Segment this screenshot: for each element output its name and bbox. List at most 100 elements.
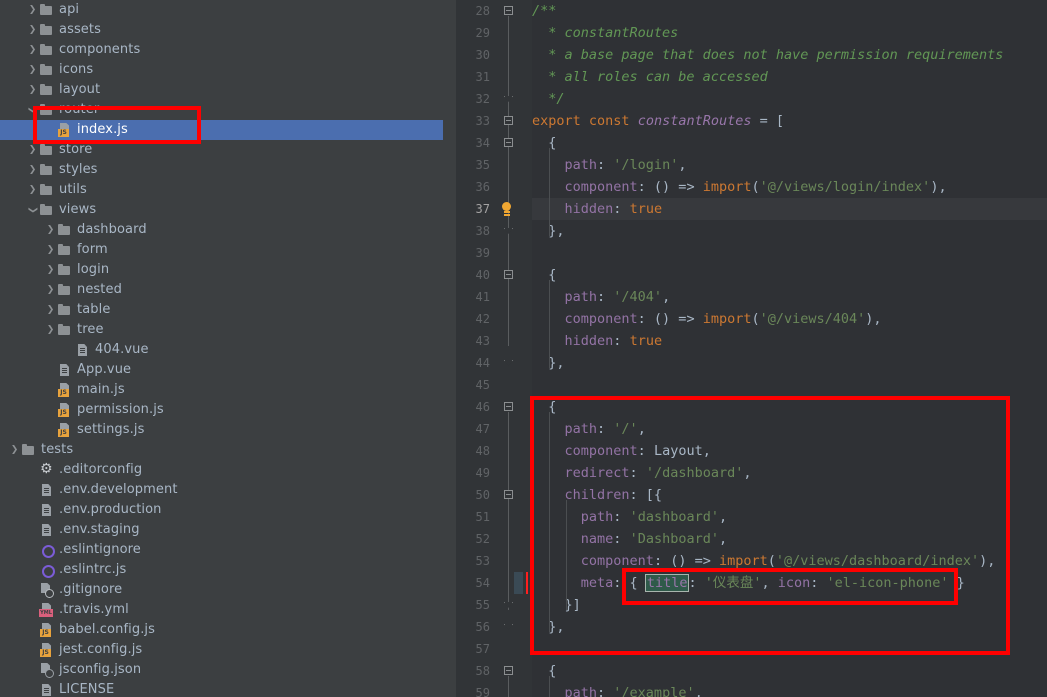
tree-item-index-js[interactable]: index.js	[0, 120, 443, 140]
tree-item-login[interactable]: ❯ login	[0, 260, 443, 280]
tree-item-main-js[interactable]: main.js	[0, 380, 443, 400]
chevron-right-icon[interactable]: ❯	[44, 260, 57, 280]
chevron-right-icon[interactable]: ❯	[26, 60, 39, 80]
tree-item-utils[interactable]: ❯ utils	[0, 180, 443, 200]
code-line[interactable]: * a base page that does not have permiss…	[532, 44, 1003, 66]
code-line[interactable]: {	[532, 396, 556, 418]
editor-gutter[interactable]: 28 29 30 31 32 33 34 35 36 37 38 39 40 41 42 43 44 45 46 47…	[456, 0, 532, 697]
tree-item-permission-js[interactable]: permission.js	[0, 400, 443, 420]
tree-item-jest-config-js[interactable]: jest.config.js	[0, 640, 443, 660]
tree-item-babel-config-js[interactable]: babel.config.js	[0, 620, 443, 640]
code-line[interactable]: component: () => import('@/views/dashboa…	[532, 550, 996, 572]
intention-lightbulb-icon[interactable]	[499, 202, 514, 217]
chevron-right-icon[interactable]: ❯	[26, 160, 39, 180]
fold-collapse-icon[interactable]	[504, 116, 513, 125]
code-line[interactable]: component: () => import('@/views/login/i…	[532, 176, 947, 198]
chevron-right-icon[interactable]: ❯	[26, 20, 39, 40]
code-line[interactable]: * all roles can be accessed	[532, 66, 767, 88]
fold-collapse-icon[interactable]	[504, 402, 513, 411]
code-line[interactable]: hidden: true	[532, 330, 663, 352]
code-line[interactable]: */	[532, 88, 564, 110]
tree-item-editorconfig[interactable]: .editorconfig	[0, 460, 443, 480]
folder-icon	[39, 62, 54, 78]
tree-item-store[interactable]: ❯ store	[0, 140, 443, 160]
fold-end-icon[interactable]	[504, 602, 513, 608]
chevron-right-icon[interactable]: ❯	[26, 180, 39, 200]
editor-code-area[interactable]: /** * constantRoutes * a base page that …	[532, 0, 1047, 697]
tree-item-jsconfig-json[interactable]: jsconfig.json	[0, 660, 443, 680]
code-line[interactable]: component: () => import('@/views/404'),	[532, 308, 882, 330]
tree-item-env-staging[interactable]: .env.staging	[0, 520, 443, 540]
fold-end-icon[interactable]	[504, 624, 513, 630]
tree-item-env-development[interactable]: .env.development	[0, 480, 443, 500]
fold-collapse-icon[interactable]	[504, 666, 513, 675]
code-line[interactable]: {	[532, 132, 556, 154]
tree-item-api[interactable]: ❯ api	[0, 0, 443, 20]
tree-item-table[interactable]: ❯ table	[0, 300, 443, 320]
code-line[interactable]: },	[532, 352, 564, 374]
chevron-right-icon[interactable]: ❯	[26, 0, 39, 20]
chevron-right-icon[interactable]: ❯	[8, 440, 21, 460]
code-editor[interactable]: 28 29 30 31 32 33 34 35 36 37 38 39 40 41 42 43 44 45 46 47…	[456, 0, 1047, 697]
code-line[interactable]: children: [{	[532, 484, 663, 506]
code-line[interactable]: {	[532, 264, 556, 286]
fold-end-icon[interactable]	[504, 228, 513, 234]
tree-item-settings-js[interactable]: settings.js	[0, 420, 443, 440]
chevron-right-icon[interactable]: ❯	[44, 280, 57, 300]
code-line[interactable]: path: '/login',	[532, 154, 687, 176]
fold-end-icon[interactable]	[504, 360, 513, 366]
tree-item-404-vue[interactable]: 404.vue	[0, 340, 443, 360]
tree-item-eslintrc-js[interactable]: .eslintrc.js	[0, 560, 443, 580]
chevron-right-icon[interactable]: ❯	[26, 80, 39, 100]
tree-item-travis-yml[interactable]: .travis.yml	[0, 600, 443, 620]
eslint-icon	[39, 542, 55, 558]
chevron-right-icon[interactable]: ❯	[44, 240, 57, 260]
code-line[interactable]: path: '/example',	[532, 682, 703, 697]
tree-item-views[interactable]: ❯ views	[0, 200, 443, 220]
tree-item-layout[interactable]: ❯ layout	[0, 80, 443, 100]
tree-item-license[interactable]: LICENSE	[0, 680, 443, 697]
chevron-right-icon[interactable]: ❯	[26, 140, 39, 160]
tree-item-app-vue[interactable]: App.vue	[0, 360, 443, 380]
code-line[interactable]: redirect: '/dashboard',	[532, 462, 752, 484]
tree-item-icons[interactable]: ❯ icons	[0, 60, 443, 80]
tree-item-components[interactable]: ❯ components	[0, 40, 443, 60]
code-line[interactable]: * constantRoutes	[532, 22, 678, 44]
tree-item-label: login	[77, 262, 110, 277]
code-line[interactable]: path: '/404',	[532, 286, 671, 308]
code-line[interactable]: },	[532, 616, 564, 638]
fold-collapse-icon[interactable]	[504, 6, 513, 15]
code-line[interactable]: hidden: true	[532, 198, 663, 220]
tree-item-assets[interactable]: ❯ assets	[0, 20, 443, 40]
file-tree-scrollbar-track[interactable]	[443, 0, 897, 697]
line-number: 58	[475, 664, 490, 678]
code-line[interactable]: },	[532, 220, 564, 242]
tree-item-eslintignore[interactable]: .eslintignore	[0, 540, 443, 560]
chevron-right-icon[interactable]: ❯	[44, 300, 57, 320]
chevron-right-icon[interactable]: ❯	[44, 220, 57, 240]
code-line[interactable]: component: Layout,	[532, 440, 711, 462]
tree-item-styles[interactable]: ❯ styles	[0, 160, 443, 180]
code-line[interactable]: name: 'Dashboard',	[532, 528, 727, 550]
tree-item-tests[interactable]: ❯ tests	[0, 440, 443, 460]
code-line[interactable]: meta: { title: '仪表盘', icon: 'el-icon-pho…	[532, 572, 965, 594]
code-line[interactable]: export const constantRoutes = [	[532, 110, 784, 132]
tree-item-dashboard[interactable]: ❯ dashboard	[0, 220, 443, 240]
code-line[interactable]: /**	[532, 0, 556, 22]
project-file-tree[interactable]: ❯ api ❯ assets ❯ components ❯ icons ❯ layout ❯ rout…	[0, 0, 443, 697]
tree-item-env-production[interactable]: .env.production	[0, 500, 443, 520]
tree-item-nested[interactable]: ❯ nested	[0, 280, 443, 300]
fold-collapse-icon[interactable]	[504, 270, 513, 279]
code-line[interactable]: path: 'dashboard',	[532, 506, 727, 528]
tree-item-tree[interactable]: ❯ tree	[0, 320, 443, 340]
code-line[interactable]: }]	[532, 594, 581, 616]
chevron-right-icon[interactable]: ❯	[26, 40, 39, 60]
tree-item-router[interactable]: ❯ router	[0, 100, 443, 120]
chevron-right-icon[interactable]: ❯	[44, 320, 57, 340]
fold-collapse-icon[interactable]	[504, 490, 513, 499]
tree-item-gitignore[interactable]: .gitignore	[0, 580, 443, 600]
tree-item-form[interactable]: ❯ form	[0, 240, 443, 260]
fold-end-icon[interactable]	[504, 96, 513, 102]
code-line[interactable]: {	[532, 660, 556, 682]
fold-collapse-icon[interactable]	[504, 138, 513, 147]
